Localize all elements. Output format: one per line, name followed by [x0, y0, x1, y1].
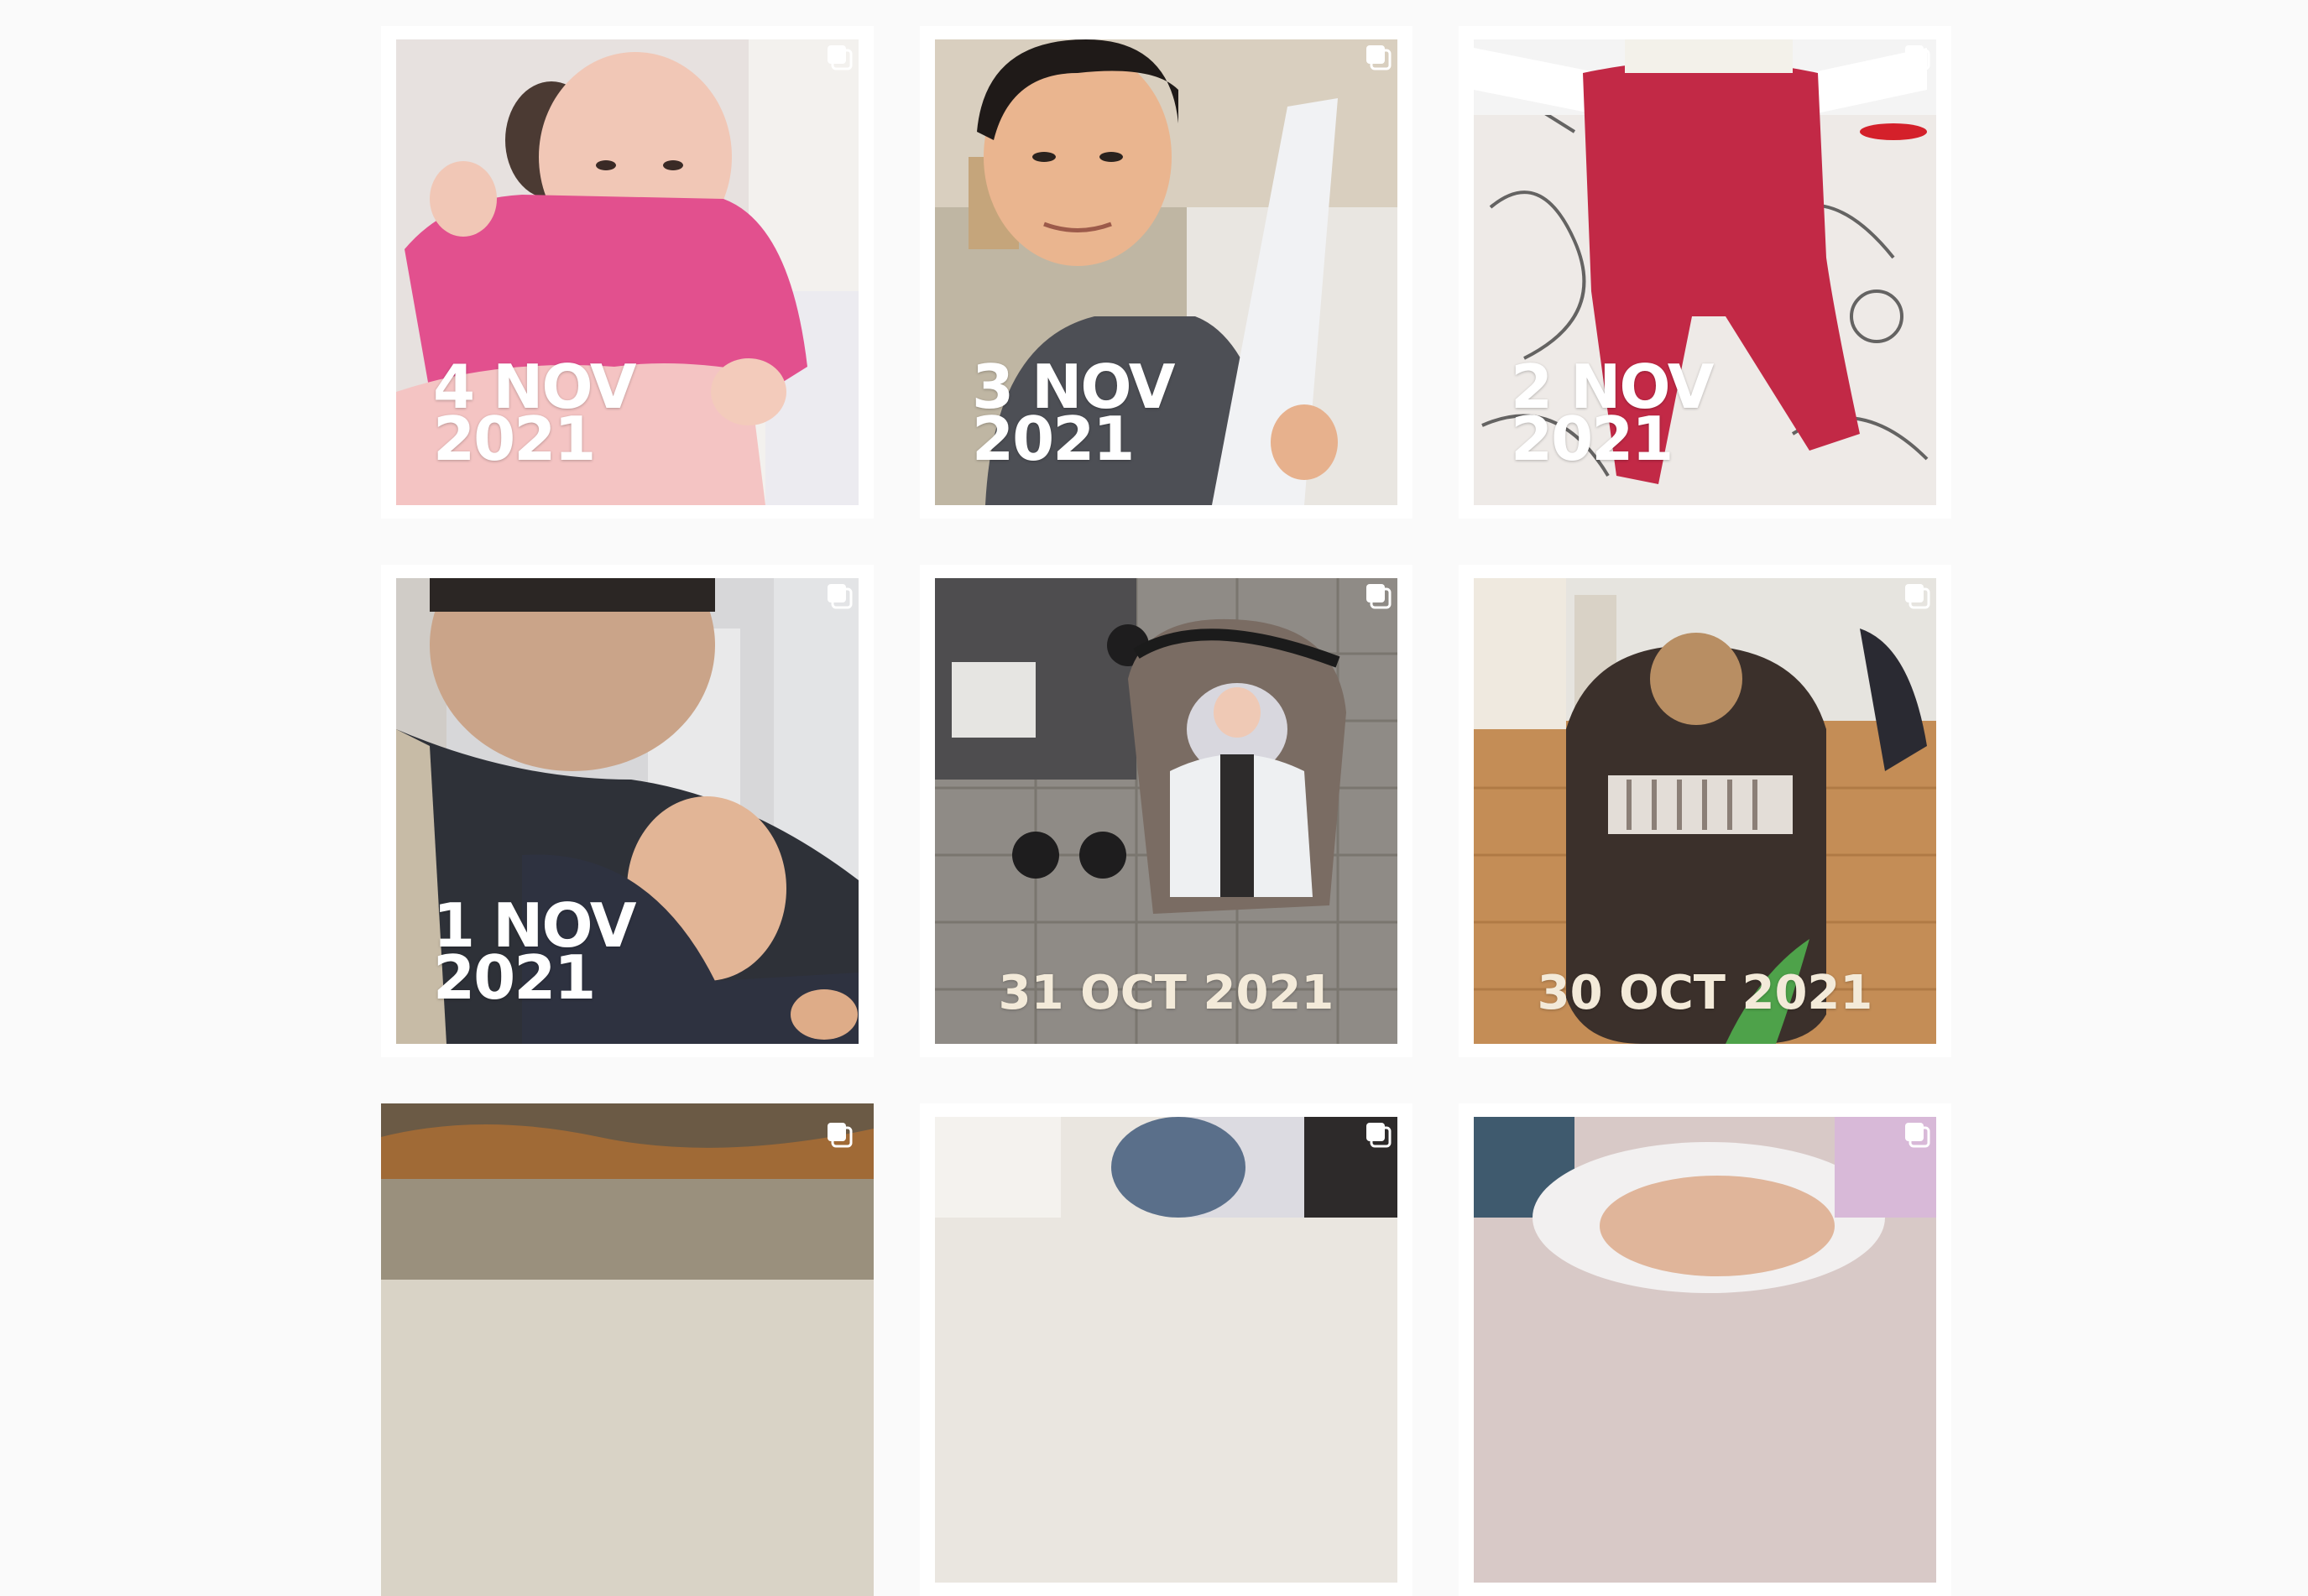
post-caption: 3 NOV 2021: [972, 352, 1175, 474]
post-31-oct-2021[interactable]: 31 OCT 2021: [920, 565, 1412, 1057]
carousel-icon: [828, 1123, 853, 1148]
carousel-icon: [828, 584, 853, 609]
carousel-icon: [1366, 584, 1392, 609]
post-1-nov-2021[interactable]: 1 NOV 2021: [381, 565, 874, 1057]
carousel-icon: [1905, 584, 1930, 609]
post-caption: 2 NOV 2021: [1511, 352, 1714, 474]
post-baby-closeup[interactable]: [1459, 1103, 1951, 1596]
post-caption: 31 OCT 2021: [998, 966, 1334, 1020]
post-caption: 4 NOV 2021: [433, 352, 636, 474]
post-lake[interactable]: [381, 1103, 874, 1596]
post-30-oct-2021[interactable]: 30 OCT 2021: [1459, 565, 1951, 1057]
carousel-icon: [1905, 1123, 1930, 1148]
post-4-nov-2021[interactable]: 4 NOV 2021: [381, 26, 874, 519]
carousel-icon: [1366, 45, 1392, 70]
carousel-icon: [1366, 1123, 1392, 1148]
post-baby-hood[interactable]: [920, 1103, 1412, 1596]
post-2-nov-2021[interactable]: 2 NOV 2021: [1459, 26, 1951, 519]
post-photo: [1474, 1117, 1936, 1583]
carousel-icon: [1905, 45, 1930, 70]
post-caption: 1 NOV 2021: [433, 890, 636, 1013]
post-photo: [935, 1117, 1397, 1583]
post-3-nov-2021[interactable]: 3 NOV 2021: [920, 26, 1412, 519]
post-caption: 30 OCT 2021: [1537, 966, 1873, 1020]
post-grid: 4 NOV 2021 3 NOV 2021 2 NOV 2021 1 NOV 2…: [381, 26, 1951, 1596]
carousel-icon: [828, 45, 853, 70]
post-photo: [381, 1103, 874, 1596]
